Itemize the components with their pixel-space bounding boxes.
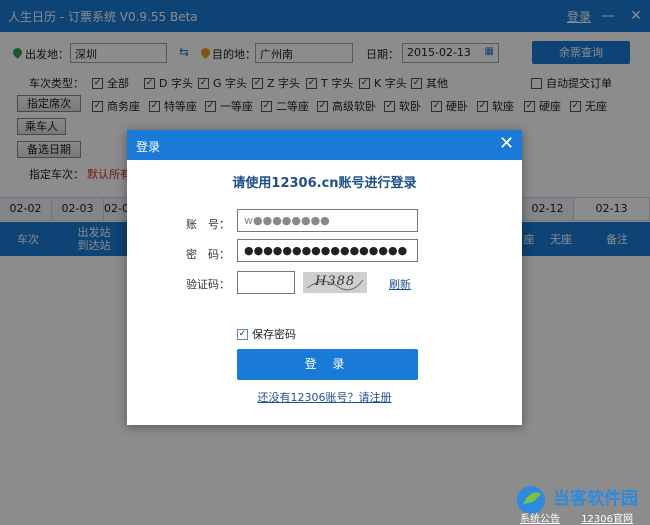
password-input[interactable]: ●●●●●●●●●●●●●●●●● — [237, 239, 418, 262]
captcha-label: 验证码： — [186, 278, 230, 291]
password-label: 密 码： — [186, 248, 230, 261]
save-password-checkbox[interactable]: ✓ 保存密码 — [237, 326, 296, 342]
dialog-close-icon[interactable]: ✕ — [499, 134, 514, 154]
dialog-title: 登录 — [136, 140, 161, 154]
official-site-link[interactable]: 12306官网 — [581, 514, 633, 525]
captcha-image[interactable]: H388 — [303, 272, 367, 293]
register-link[interactable]: 还没有12306账号？请注册 — [127, 389, 522, 405]
login-button[interactable]: 登 录 — [237, 349, 418, 380]
announcement-link[interactable]: 系统公告 — [520, 514, 560, 525]
dialog-heading: 请使用12306.cn账号进行登录 — [232, 176, 417, 191]
captcha-refresh-link[interactable]: 刷新 — [389, 276, 411, 292]
dialog-header: 登录 ✕ — [127, 130, 522, 160]
watermark-text: 当客软件园 — [553, 489, 638, 509]
save-password-check-icon: ✓ — [237, 328, 248, 340]
captcha-text: H388 — [315, 274, 356, 289]
captcha-input[interactable] — [237, 271, 295, 294]
login-dialog: 登录 ✕ 请使用12306.cn账号进行登录 账 号： w●●●●●●●● 密 … — [127, 130, 522, 425]
save-password-label: 保存密码 — [252, 328, 296, 341]
footer-links: 系统公告 12306官网 — [520, 510, 650, 525]
account-label: 账 号： — [186, 218, 230, 231]
account-input[interactable]: w●●●●●●●● — [237, 209, 418, 232]
